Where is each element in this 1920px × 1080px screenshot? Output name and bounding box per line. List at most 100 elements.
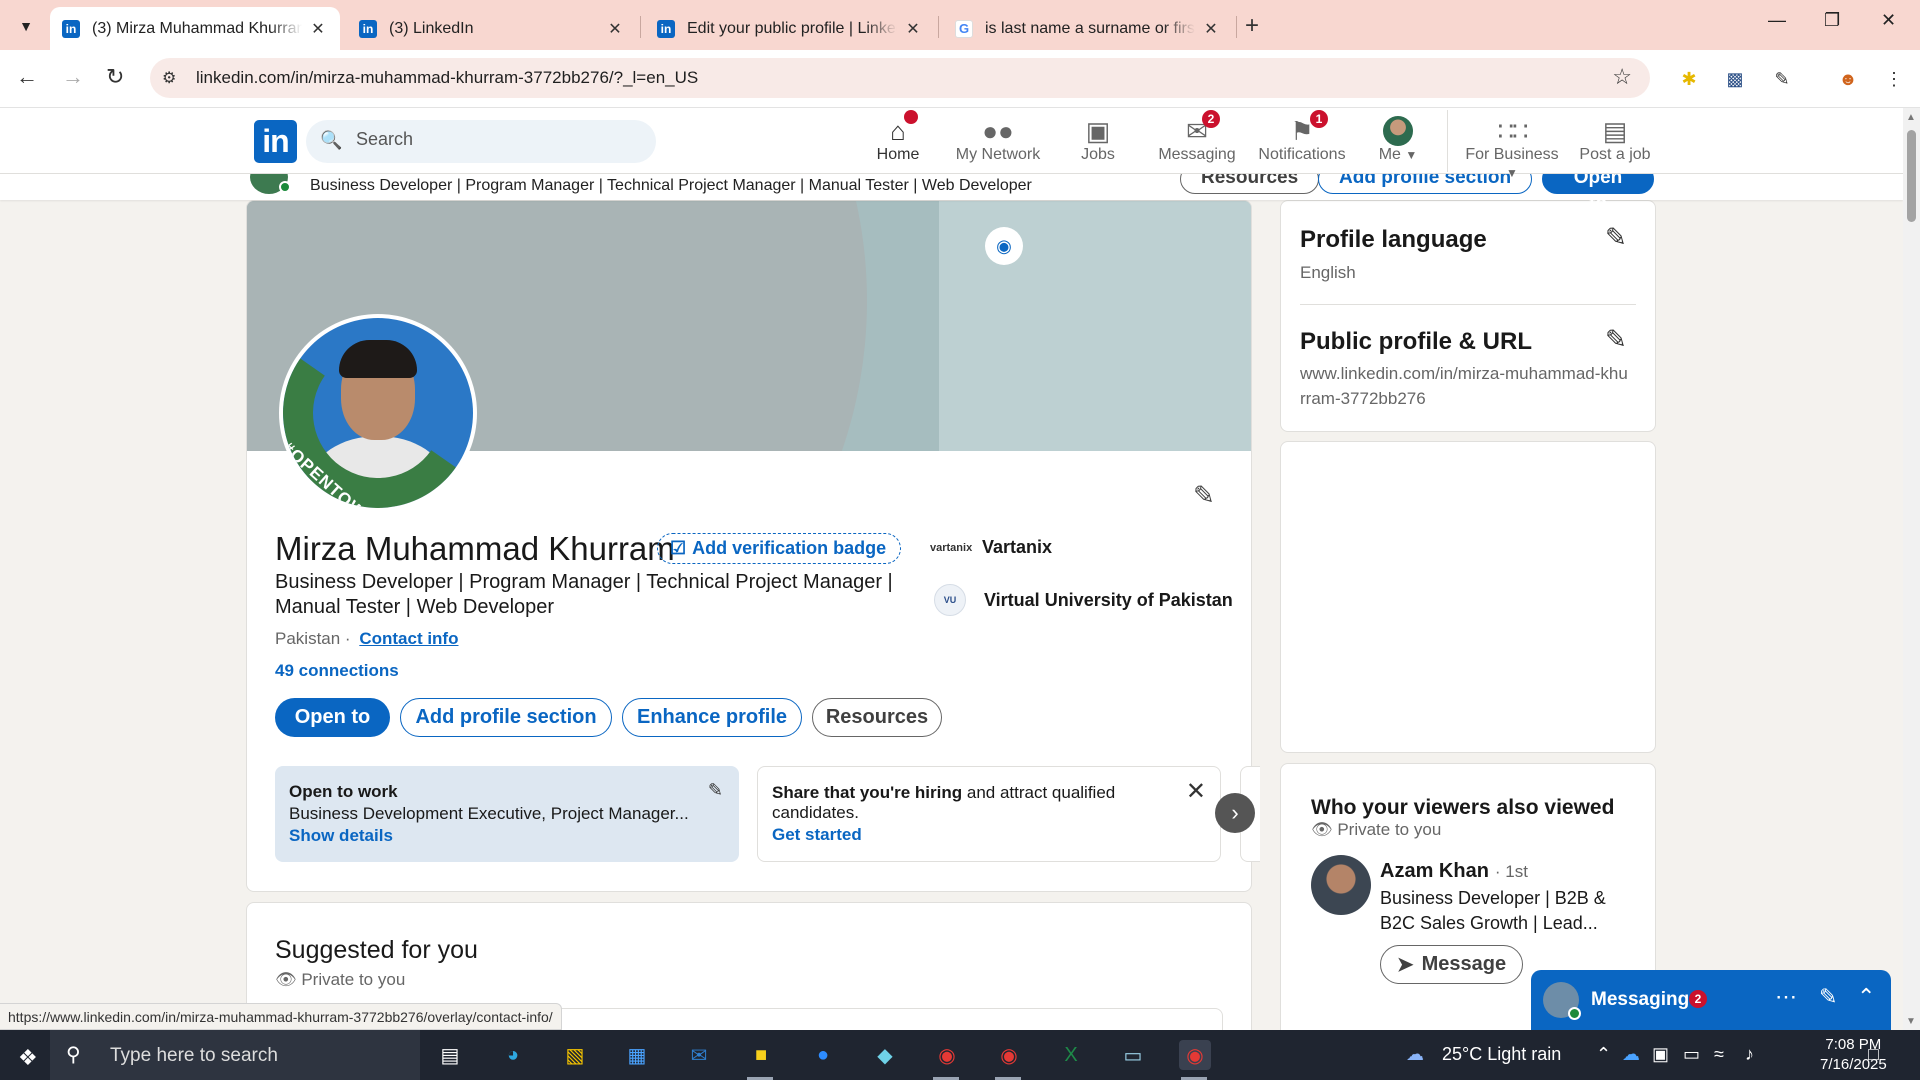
wifi-icon[interactable]: ≈ xyxy=(1714,1044,1724,1065)
viewer-avatar[interactable] xyxy=(1311,855,1371,915)
page-scrollbar[interactable]: ▲ ▼ xyxy=(1903,108,1920,1030)
contact-info-link[interactable]: Contact info xyxy=(359,629,458,648)
notes-app-icon[interactable]: ▭ xyxy=(1117,1040,1149,1070)
add-profile-section-button[interactable]: Add profile section xyxy=(400,698,612,737)
notifications-center-icon[interactable]: □ xyxy=(1868,1044,1879,1065)
excel-icon[interactable]: X xyxy=(1055,1040,1087,1070)
chevron-right-icon[interactable]: › xyxy=(1215,793,1255,833)
viewer-headline: Business Developer | B2B & B2C Sales Gro… xyxy=(1380,888,1606,933)
task-view-icon[interactable]: ▤ xyxy=(434,1040,466,1070)
chrome-icon[interactable]: ◉ xyxy=(931,1040,963,1070)
extension-yellow-icon[interactable]: ✱ xyxy=(1677,67,1701,91)
windows-start-icon[interactable]: ❖ xyxy=(18,1045,38,1071)
battery-icon[interactable]: ▭ xyxy=(1683,1044,1700,1065)
extension-wallet-icon[interactable]: ▩ xyxy=(1723,67,1747,91)
tray-chevron-up-icon[interactable]: ⌃ xyxy=(1596,1044,1611,1065)
bookmark-star-icon[interactable]: ☆ xyxy=(1612,64,1632,90)
grid-icon: ∷∷ xyxy=(1497,116,1528,146)
open-to-work-card[interactable]: Open to work Business Development Execut… xyxy=(275,766,739,862)
experience-current-company[interactable]: vartanix Vartanix xyxy=(930,537,1052,558)
extensions-puzzle-icon[interactable]: ✎ xyxy=(1770,67,1794,91)
address-bar[interactable]: ⚙ linkedin.com/in/mirza-muhammad-khurram… xyxy=(150,58,1650,98)
open-to-button[interactable]: Open to xyxy=(275,698,390,737)
onedrive-icon[interactable]: ☁ xyxy=(1622,1044,1640,1065)
public-profile-url: www.linkedin.com/in/mirza-muhammad-khurr… xyxy=(1300,364,1628,408)
close-window-icon[interactable]: ✕ xyxy=(1881,10,1896,31)
nav-me[interactable]: Me ▼ xyxy=(1370,116,1426,164)
restore-icon[interactable]: ❐ xyxy=(1824,10,1840,31)
enhance-profile-button[interactable]: Enhance profile xyxy=(622,698,802,737)
education-school[interactable]: VU Virtual University of Pakistan xyxy=(930,584,1233,616)
edge-icon[interactable]: ◕ xyxy=(497,1040,529,1070)
nav-for-business[interactable]: ∷∷ For Business ▼ xyxy=(1460,116,1564,182)
chrome-active-icon[interactable]: ◉ xyxy=(1179,1040,1211,1070)
zoom-icon[interactable]: ● xyxy=(807,1040,839,1070)
nav-home[interactable]: ⌂ Home xyxy=(870,110,926,164)
mail-icon[interactable]: ✉ xyxy=(683,1040,715,1070)
sticky-notes-icon[interactable]: ■ xyxy=(745,1040,777,1070)
nav-jobs[interactable]: ▣ Jobs xyxy=(1070,116,1126,164)
scrollbar-thumb[interactable] xyxy=(1907,130,1916,222)
file-explorer-icon[interactable]: ▧ xyxy=(559,1040,591,1070)
caret-down-icon: ▼ xyxy=(1405,148,1418,162)
volume-icon[interactable]: ♪ xyxy=(1745,1044,1754,1065)
close-tab-icon[interactable]: ✕ xyxy=(308,19,328,39)
minimize-icon[interactable]: — xyxy=(1768,10,1786,31)
tab-search-chevron-icon[interactable]: ▼ xyxy=(12,12,40,40)
nav-my-network[interactable]: ●● My Network xyxy=(948,116,1048,164)
browser-tab-google-search[interactable]: G is last name a surname or first n ✕ xyxy=(943,7,1233,50)
weather-text[interactable]: 25°C Light rain xyxy=(1442,1044,1561,1065)
app-diamond-icon[interactable]: ◆ xyxy=(869,1040,901,1070)
url-text[interactable]: linkedin.com/in/mirza-muhammad-khurram-3… xyxy=(196,68,698,88)
close-tab-icon[interactable]: ✕ xyxy=(903,19,923,39)
messaging-count-badge: 2 xyxy=(1689,990,1707,1008)
nav-notifications[interactable]: ⚑ 1 Notifications xyxy=(1252,110,1352,164)
more-options-icon[interactable]: ⋯ xyxy=(1775,984,1797,1010)
menu-kebab-icon[interactable]: ⋮ xyxy=(1882,67,1906,91)
chevron-up-icon[interactable]: ⌃ xyxy=(1857,984,1875,1010)
compose-icon[interactable]: ✎ xyxy=(1819,984,1837,1010)
messaging-overlay-bar[interactable]: Messaging 2 ⋯ ✎ ⌃ xyxy=(1531,970,1891,1030)
edit-pencil-icon[interactable]: ✎ xyxy=(708,780,723,801)
edit-url-pencil-icon[interactable]: ✎ xyxy=(1605,324,1627,355)
show-details-link[interactable]: Show details xyxy=(289,826,725,846)
nav-post-a-job[interactable]: ▤ Post a job xyxy=(1578,116,1652,164)
messaging-badge: 2 xyxy=(1202,110,1220,128)
new-tab-icon[interactable]: + xyxy=(1245,12,1259,40)
scroll-up-arrow-icon[interactable]: ▲ xyxy=(1906,112,1916,123)
close-tab-icon[interactable]: ✕ xyxy=(605,19,625,39)
linkedin-logo[interactable]: in xyxy=(254,120,297,163)
taskbar-search-box[interactable]: ⚲ Type here to search xyxy=(50,1030,420,1080)
ad-placeholder-card xyxy=(1280,441,1656,753)
add-verification-badge-button[interactable]: ☑ Add verification badge xyxy=(657,533,902,564)
browser-tab-profile[interactable]: in (3) Mirza Muhammad Khurram ✕ xyxy=(50,7,340,50)
resources-button[interactable]: Resources xyxy=(812,698,942,737)
chrome-profile-icon[interactable]: ◉ xyxy=(993,1040,1025,1070)
camera-icon[interactable]: ◉ xyxy=(985,227,1023,265)
search-input[interactable] xyxy=(356,129,636,150)
connections-link[interactable]: 49 connections xyxy=(275,661,399,681)
browser-tab-edit-public-profile[interactable]: in Edit your public profile | LinkedIn ✕ xyxy=(645,7,935,50)
tray-app-icon[interactable]: ▣ xyxy=(1652,1044,1669,1065)
search-box[interactable]: 🔍 xyxy=(306,120,656,163)
scroll-down-arrow-icon[interactable]: ▼ xyxy=(1906,1016,1916,1027)
weather-icon[interactable]: ☁ xyxy=(1406,1044,1424,1065)
forward-icon[interactable]: → xyxy=(62,64,84,90)
message-button[interactable]: ➤ Message xyxy=(1380,945,1523,984)
back-icon[interactable]: ← xyxy=(16,64,38,90)
nav-messaging[interactable]: ✉ 2 Messaging xyxy=(1150,110,1244,164)
browser-tab-linkedin[interactable]: in (3) LinkedIn ✕ xyxy=(347,7,637,50)
viewer-name: Azam Khan · 1st xyxy=(1380,860,1528,882)
me-avatar xyxy=(1383,116,1413,146)
profile-photo[interactable]: #OPENTOWORK xyxy=(279,314,477,512)
profile-icon[interactable]: ☻ xyxy=(1836,67,1860,91)
edit-intro-pencil-icon[interactable]: ✎ xyxy=(1193,480,1215,511)
public-profile-title: Public profile & URL xyxy=(1300,328,1533,355)
site-info-icon[interactable]: ⚙ xyxy=(162,68,176,88)
edit-language-pencil-icon[interactable]: ✎ xyxy=(1605,222,1627,253)
store-icon[interactable]: ▦ xyxy=(621,1040,653,1070)
close-tab-icon[interactable]: ✕ xyxy=(1201,19,1221,39)
close-icon[interactable]: ✕ xyxy=(1186,777,1206,806)
get-started-link[interactable]: Get started xyxy=(772,825,1206,845)
reload-icon[interactable]: ↻ xyxy=(106,64,124,90)
